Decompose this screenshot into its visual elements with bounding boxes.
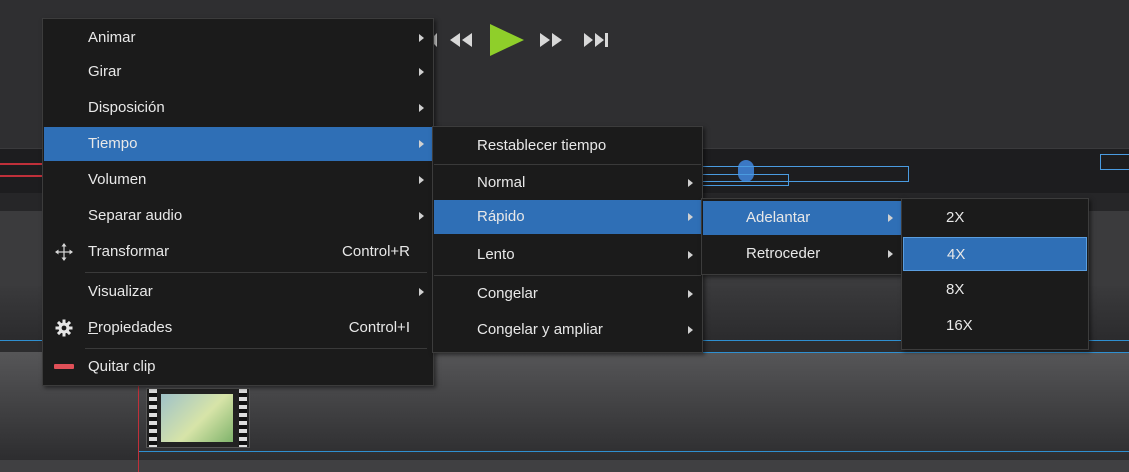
menu-separator [85,348,427,349]
menu-item-label: Congelar [477,285,538,302]
playhead-mark [0,175,42,177]
video-clip-thumbnail[interactable] [146,388,250,448]
menu-item-label: Rápido [477,208,525,225]
menu-item-shortcut: Control+I [348,319,410,336]
rapido-submenu: Adelantar Retroceder [701,198,903,275]
menu-item-label: 2X [946,209,965,226]
submenu-arrow-icon [888,250,893,258]
menu-separator [434,275,701,276]
film-perforation [239,389,247,447]
submenu-arrow-icon [688,213,693,221]
menu-item-congelar-y-ampliar[interactable]: Congelar y ampliar [434,313,701,347]
menu-separator [434,164,701,165]
submenu-arrow-icon [419,68,424,76]
gear-icon [54,319,74,337]
film-perforation [149,389,157,447]
menu-item-label: Normal [477,174,526,191]
submenu-arrow-icon [419,140,424,148]
menu-item-tiempo[interactable]: Tiempo [44,127,432,161]
play-icon[interactable] [484,22,528,58]
label-rest: ropiedades [98,319,173,336]
menu-item-retroceder[interactable]: Retroceder [703,237,901,271]
menu-item-16x[interactable]: 16X [903,309,1087,343]
mnemonic-letter: P [88,319,99,336]
speed-submenu: 2X 4X 8X 16X [901,198,1089,350]
submenu-arrow-icon [688,326,693,334]
menu-item-label: Visualizar [88,283,153,300]
menu-item-animar[interactable]: Animar [44,21,432,55]
track-bottom-bar [0,460,1129,472]
menu-item-label: 4X [947,246,966,263]
menu-item-lento[interactable]: Lento [434,238,701,272]
skip-end-icon[interactable] [580,22,616,58]
menu-item-label: Lento [477,246,515,263]
clip-context-menu: Animar Girar Disposición Tiempo Volumen … [42,18,434,386]
menu-item-propiedades[interactable]: Propiedades Control+I [44,311,432,345]
tiempo-submenu: Restablecer tiempo Normal Rápido Lento C… [432,126,703,353]
menu-item-label: 16X [946,317,973,334]
submenu-arrow-icon [419,34,424,42]
submenu-arrow-icon [688,290,693,298]
rewind-icon[interactable] [444,22,478,58]
menu-item-label: Adelantar [746,209,811,226]
menu-item-label: Quitar clip [88,358,156,375]
playback-controls [428,22,616,58]
submenu-arrow-icon [419,176,424,184]
menu-item-adelantar[interactable]: Adelantar [703,201,901,235]
menu-item-restablecer-tiempo[interactable]: Restablecer tiempo [434,129,701,163]
menu-item-label: 8X [946,281,965,298]
submenu-arrow-icon [888,214,893,222]
menu-item-label: Animar [88,29,136,46]
menu-item-label: Girar [88,63,122,80]
menu-item-label: Congelar y ampliar [477,321,603,338]
fast-forward-icon[interactable] [534,22,574,58]
menu-item-volumen[interactable]: Volumen [44,163,432,197]
menu-item-label: Tiempo [88,135,138,152]
menu-item-shortcut: Control+R [342,243,410,260]
menu-separator [85,272,427,273]
submenu-arrow-icon [419,212,424,220]
menu-item-rapido[interactable]: Rápido [434,200,701,234]
playhead-mark [0,163,42,165]
menu-item-quitar-clip[interactable]: Quitar clip [44,350,432,384]
move-arrows-icon [54,243,74,261]
scrub-range-box-right [1100,154,1129,170]
menu-item-label: Transformar [88,243,170,260]
submenu-arrow-icon [688,251,693,259]
menu-item-label: Propiedades [88,311,172,345]
menu-item-8x[interactable]: 8X [903,273,1087,307]
remove-bar-icon [54,358,74,376]
menu-item-congelar[interactable]: Congelar [434,277,701,311]
submenu-arrow-icon [419,288,424,296]
clip-preview-image [161,394,233,442]
track-bottom-line [138,451,1129,452]
menu-item-normal[interactable]: Normal [434,166,701,200]
menu-item-label: Restablecer tiempo [477,137,607,154]
submenu-arrow-icon [419,104,424,112]
scrub-range-box-inner [701,174,789,186]
menu-item-label: Retroceder [746,245,821,262]
menu-item-label: Disposición [88,99,165,116]
menu-item-label: Volumen [88,171,147,188]
menu-item-separar-audio[interactable]: Separar audio [44,199,432,233]
menu-item-girar[interactable]: Girar [44,55,432,89]
menu-item-transformar[interactable]: Transformar Control+R [44,235,432,269]
menu-item-4x[interactable]: 4X [903,237,1087,271]
menu-item-visualizar[interactable]: Visualizar [44,275,432,309]
submenu-arrow-icon [688,179,693,187]
menu-item-2x[interactable]: 2X [903,201,1087,235]
menu-item-disposicion[interactable]: Disposición [44,91,432,125]
menu-item-label: Separar audio [88,207,183,224]
